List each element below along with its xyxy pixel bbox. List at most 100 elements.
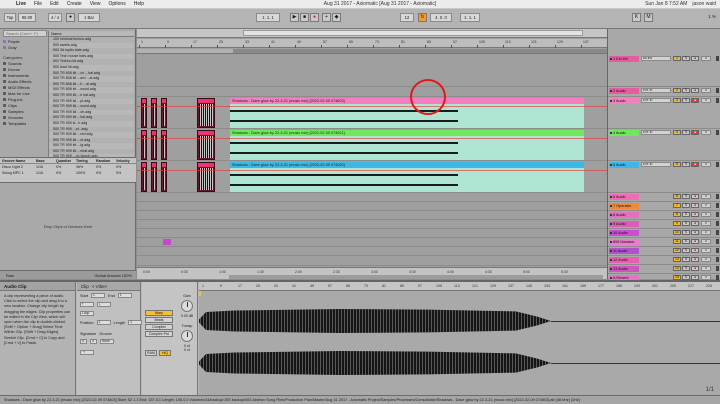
track-lane[interactable] [137, 247, 607, 256]
volume-field[interactable]: 0 [701, 162, 711, 167]
arm-button[interactable]: ● [691, 230, 699, 235]
track-activator-button[interactable]: 4 [673, 130, 681, 135]
track-lane[interactable]: VWH1 Drum Shadows - Dave glow by 22-3-21… [137, 161, 607, 193]
session-clip[interactable] [141, 130, 147, 160]
ram-button[interactable]: RAM [145, 350, 157, 356]
groove-cell[interactable]: 0% [114, 170, 134, 176]
volume-field[interactable]: 0 [701, 203, 711, 208]
sig-numerator-field[interactable]: 4 [80, 339, 87, 344]
track-lane[interactable] [137, 238, 607, 247]
track-activator-button[interactable]: 5 [673, 162, 681, 167]
track-activator-button[interactable]: 10 [673, 230, 681, 235]
collection-purple[interactable]: Purple [3, 39, 20, 44]
track-name[interactable]: 11 Audio [609, 248, 639, 254]
arm-button[interactable]: ● [691, 56, 699, 61]
warp-mode-menu[interactable]: Beats [145, 317, 173, 323]
track-activator-button[interactable]: 3 [673, 98, 681, 103]
mixer-track[interactable]: 6 Audio 6 S ● 0 [608, 193, 720, 202]
arm-button[interactable]: ● [691, 88, 699, 93]
track-activator-button[interactable]: 12 [673, 248, 681, 253]
input-type-chooser[interactable]: Ext. In [641, 162, 671, 167]
track-activator-button[interactable]: 1 [673, 56, 681, 61]
volume-field[interactable]: 0 [701, 98, 711, 103]
menu-help[interactable]: Help [130, 1, 148, 7]
mode-menu[interactable]: Complex Pro [145, 331, 173, 337]
arm-button[interactable]: ● [691, 130, 699, 135]
length-field[interactable]: 1 [128, 320, 143, 325]
session-clip[interactable] [161, 162, 167, 192]
track-name[interactable]: 7 Operator [609, 203, 639, 209]
volume-field[interactable]: 0 [701, 88, 711, 93]
groove-chooser[interactable]: None [100, 339, 114, 344]
midi-clip[interactable] [163, 239, 171, 245]
key-map-icon[interactable]: K [632, 13, 641, 22]
track-activator-button[interactable]: 8 [673, 212, 681, 217]
solo-button[interactable]: S [682, 162, 690, 167]
volume-field[interactable]: 0 [701, 194, 711, 199]
groove-row[interactable]: Swing MPC 1 1/16 0% 100% 0% 0% [0, 170, 136, 176]
category-max-for-live[interactable]: Max for Live [3, 91, 30, 96]
track-activator-button[interactable]: 7 [673, 203, 681, 208]
audio-clip[interactable]: Shadows - Dave glow by 22-3-21 (music mi… [230, 98, 584, 128]
track-lane[interactable] [137, 193, 607, 202]
arm-button[interactable]: ● [691, 257, 699, 262]
quantize-menu[interactable]: 1 Bar [78, 13, 100, 22]
sig-denominator-field[interactable]: 4 [90, 339, 97, 344]
solo-button[interactable]: S [682, 194, 690, 199]
mixer-track[interactable]: 2 Audio Ext. In 2 S ● 0 [608, 87, 720, 97]
clip-name-field[interactable]: < Vibe> [92, 282, 107, 290]
groove-col-name[interactable]: Groove Name [0, 158, 34, 163]
clock[interactable]: Sun Jan 8 7:52 AM [645, 1, 687, 7]
horizontal-scrollbar[interactable] [229, 275, 603, 279]
volume-field[interactable]: 0 [701, 257, 711, 262]
input-type-chooser[interactable]: All Ins [641, 56, 671, 61]
mixer-track[interactable]: 10 Audio 10 S ● 0 [608, 229, 720, 238]
drum-clip[interactable]: VWH1 Drum [197, 130, 215, 160]
drop-zone[interactable]: Drop Clips or Devices Here [0, 184, 136, 269]
solo-button[interactable]: S [682, 98, 690, 103]
track-name[interactable]: 10 Audio [609, 230, 639, 236]
input-type-chooser[interactable]: Ext. In [641, 130, 671, 135]
category-drums[interactable]: Drums [3, 67, 20, 72]
volume-field[interactable]: 0 [701, 130, 711, 135]
groove-col-random[interactable]: Random [94, 158, 114, 163]
track-activator-button[interactable]: 9 [673, 221, 681, 226]
solo-button[interactable]: S [682, 248, 690, 253]
mixer-track[interactable]: 808 Massive 11 S ● 0 [608, 238, 720, 247]
transpose-knob[interactable] [181, 330, 193, 342]
arm-button[interactable]: ● [691, 266, 699, 271]
arm-button[interactable]: ● [691, 221, 699, 226]
global-amount[interactable]: Global Amount 100% [94, 271, 132, 280]
preserve-menu[interactable]: Complex [145, 324, 173, 330]
set-start-button[interactable]: ⤒ [80, 302, 94, 307]
category-instruments[interactable]: Instruments [3, 73, 29, 78]
arrangement-overview[interactable] [137, 29, 607, 38]
drum-clip[interactable]: VWH1 Drum [197, 98, 215, 128]
menu-edit[interactable]: Edit [46, 1, 63, 7]
track-name[interactable]: 12 Audio [609, 257, 639, 263]
user-name[interactable]: jason waid [692, 1, 716, 7]
track-name[interactable]: 1 Ext.Hd [609, 56, 639, 62]
automation-arm-icon[interactable]: ◆ [332, 13, 341, 22]
mixer-track[interactable]: 1 Ext.Hd All Ins 1 S ● 0 [608, 55, 720, 87]
solo-button[interactable]: S [682, 239, 690, 244]
category-samples[interactable]: Samples [3, 109, 24, 114]
solo-button[interactable]: S [682, 212, 690, 217]
set-end-button[interactable]: ⤓ [97, 302, 111, 307]
volume-field[interactable]: 0 [701, 230, 711, 235]
session-clip[interactable] [141, 162, 147, 192]
time-signature-field[interactable]: 4 / 4 [48, 13, 62, 22]
solo-button[interactable]: S [682, 203, 690, 208]
waveform-channel-right[interactable] [199, 344, 720, 382]
solo-button[interactable]: S [682, 221, 690, 226]
volume-field[interactable]: 0 [701, 221, 711, 226]
track-lane[interactable] [137, 202, 607, 211]
session-clip[interactable] [151, 162, 157, 192]
volume-field[interactable]: 0 [701, 212, 711, 217]
position-field[interactable]: 1 [96, 320, 111, 325]
solo-button[interactable]: S [682, 257, 690, 262]
solo-button[interactable]: S [682, 88, 690, 93]
mixer-track[interactable]: 8 Audio 8 S ● 0 [608, 211, 720, 220]
overdub-icon[interactable]: + [322, 13, 331, 22]
groove-cell[interactable]: 100% [74, 170, 94, 176]
